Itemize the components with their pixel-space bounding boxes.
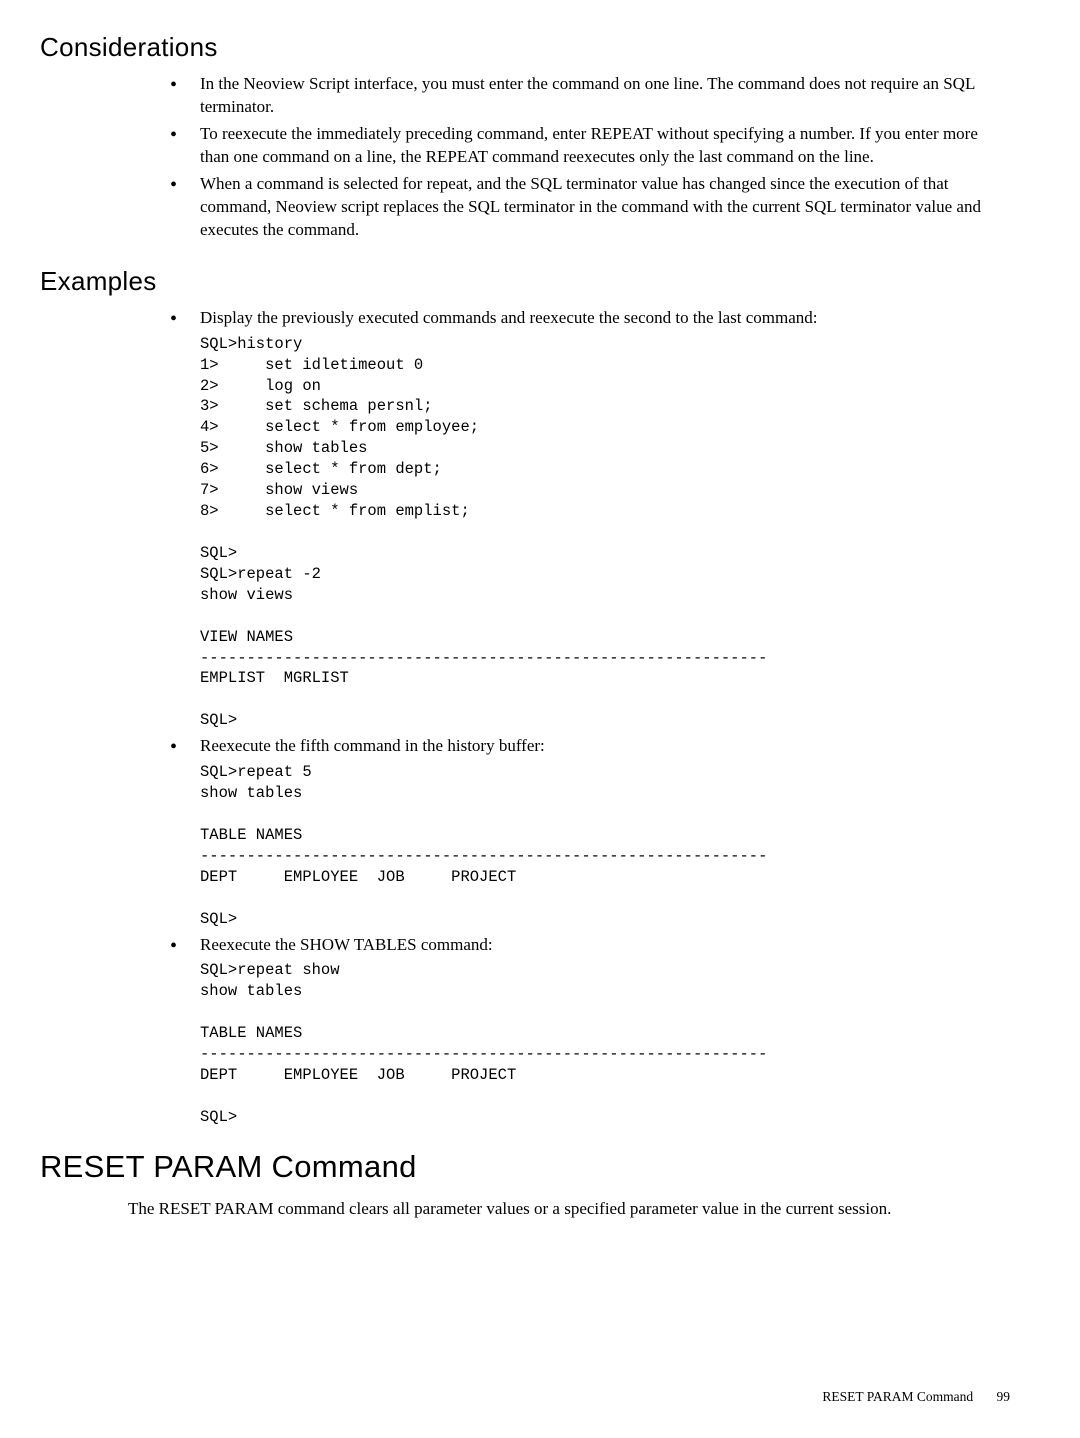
- examples-heading: Examples: [40, 264, 1010, 299]
- footer-label: RESET PARAM Command: [822, 1389, 973, 1404]
- examples-list: Display the previously executed commands…: [140, 307, 1010, 1128]
- reset-param-heading: RESET PARAM Command: [40, 1146, 1010, 1188]
- considerations-item: In the Neoview Script interface, you mus…: [170, 73, 1010, 119]
- example-item: Display the previously executed commands…: [140, 307, 1010, 731]
- example-item: Reexecute the fifth command in the histo…: [140, 735, 1010, 929]
- considerations-item: To reexecute the immediately preceding c…: [170, 123, 1010, 169]
- example-text: Reexecute the SHOW TABLES command:: [200, 935, 493, 954]
- example-code: SQL>history 1> set idletimeout 0 2> log …: [200, 334, 1010, 732]
- footer-page-number: 99: [997, 1389, 1011, 1404]
- considerations-item: When a command is selected for repeat, a…: [170, 173, 1010, 242]
- considerations-heading: Considerations: [40, 30, 1010, 65]
- example-text: Reexecute the fifth command in the histo…: [200, 736, 545, 755]
- page-footer: RESET PARAM Command 99: [822, 1388, 1010, 1406]
- example-item: Reexecute the SHOW TABLES command: SQL>r…: [140, 934, 1010, 1128]
- example-code: SQL>repeat 5 show tables TABLE NAMES ---…: [200, 762, 1010, 929]
- example-code: SQL>repeat show show tables TABLE NAMES …: [200, 960, 1010, 1127]
- example-text: Display the previously executed commands…: [200, 308, 817, 327]
- considerations-list: In the Neoview Script interface, you mus…: [170, 73, 1010, 242]
- reset-param-body: The RESET PARAM command clears all param…: [128, 1198, 1010, 1221]
